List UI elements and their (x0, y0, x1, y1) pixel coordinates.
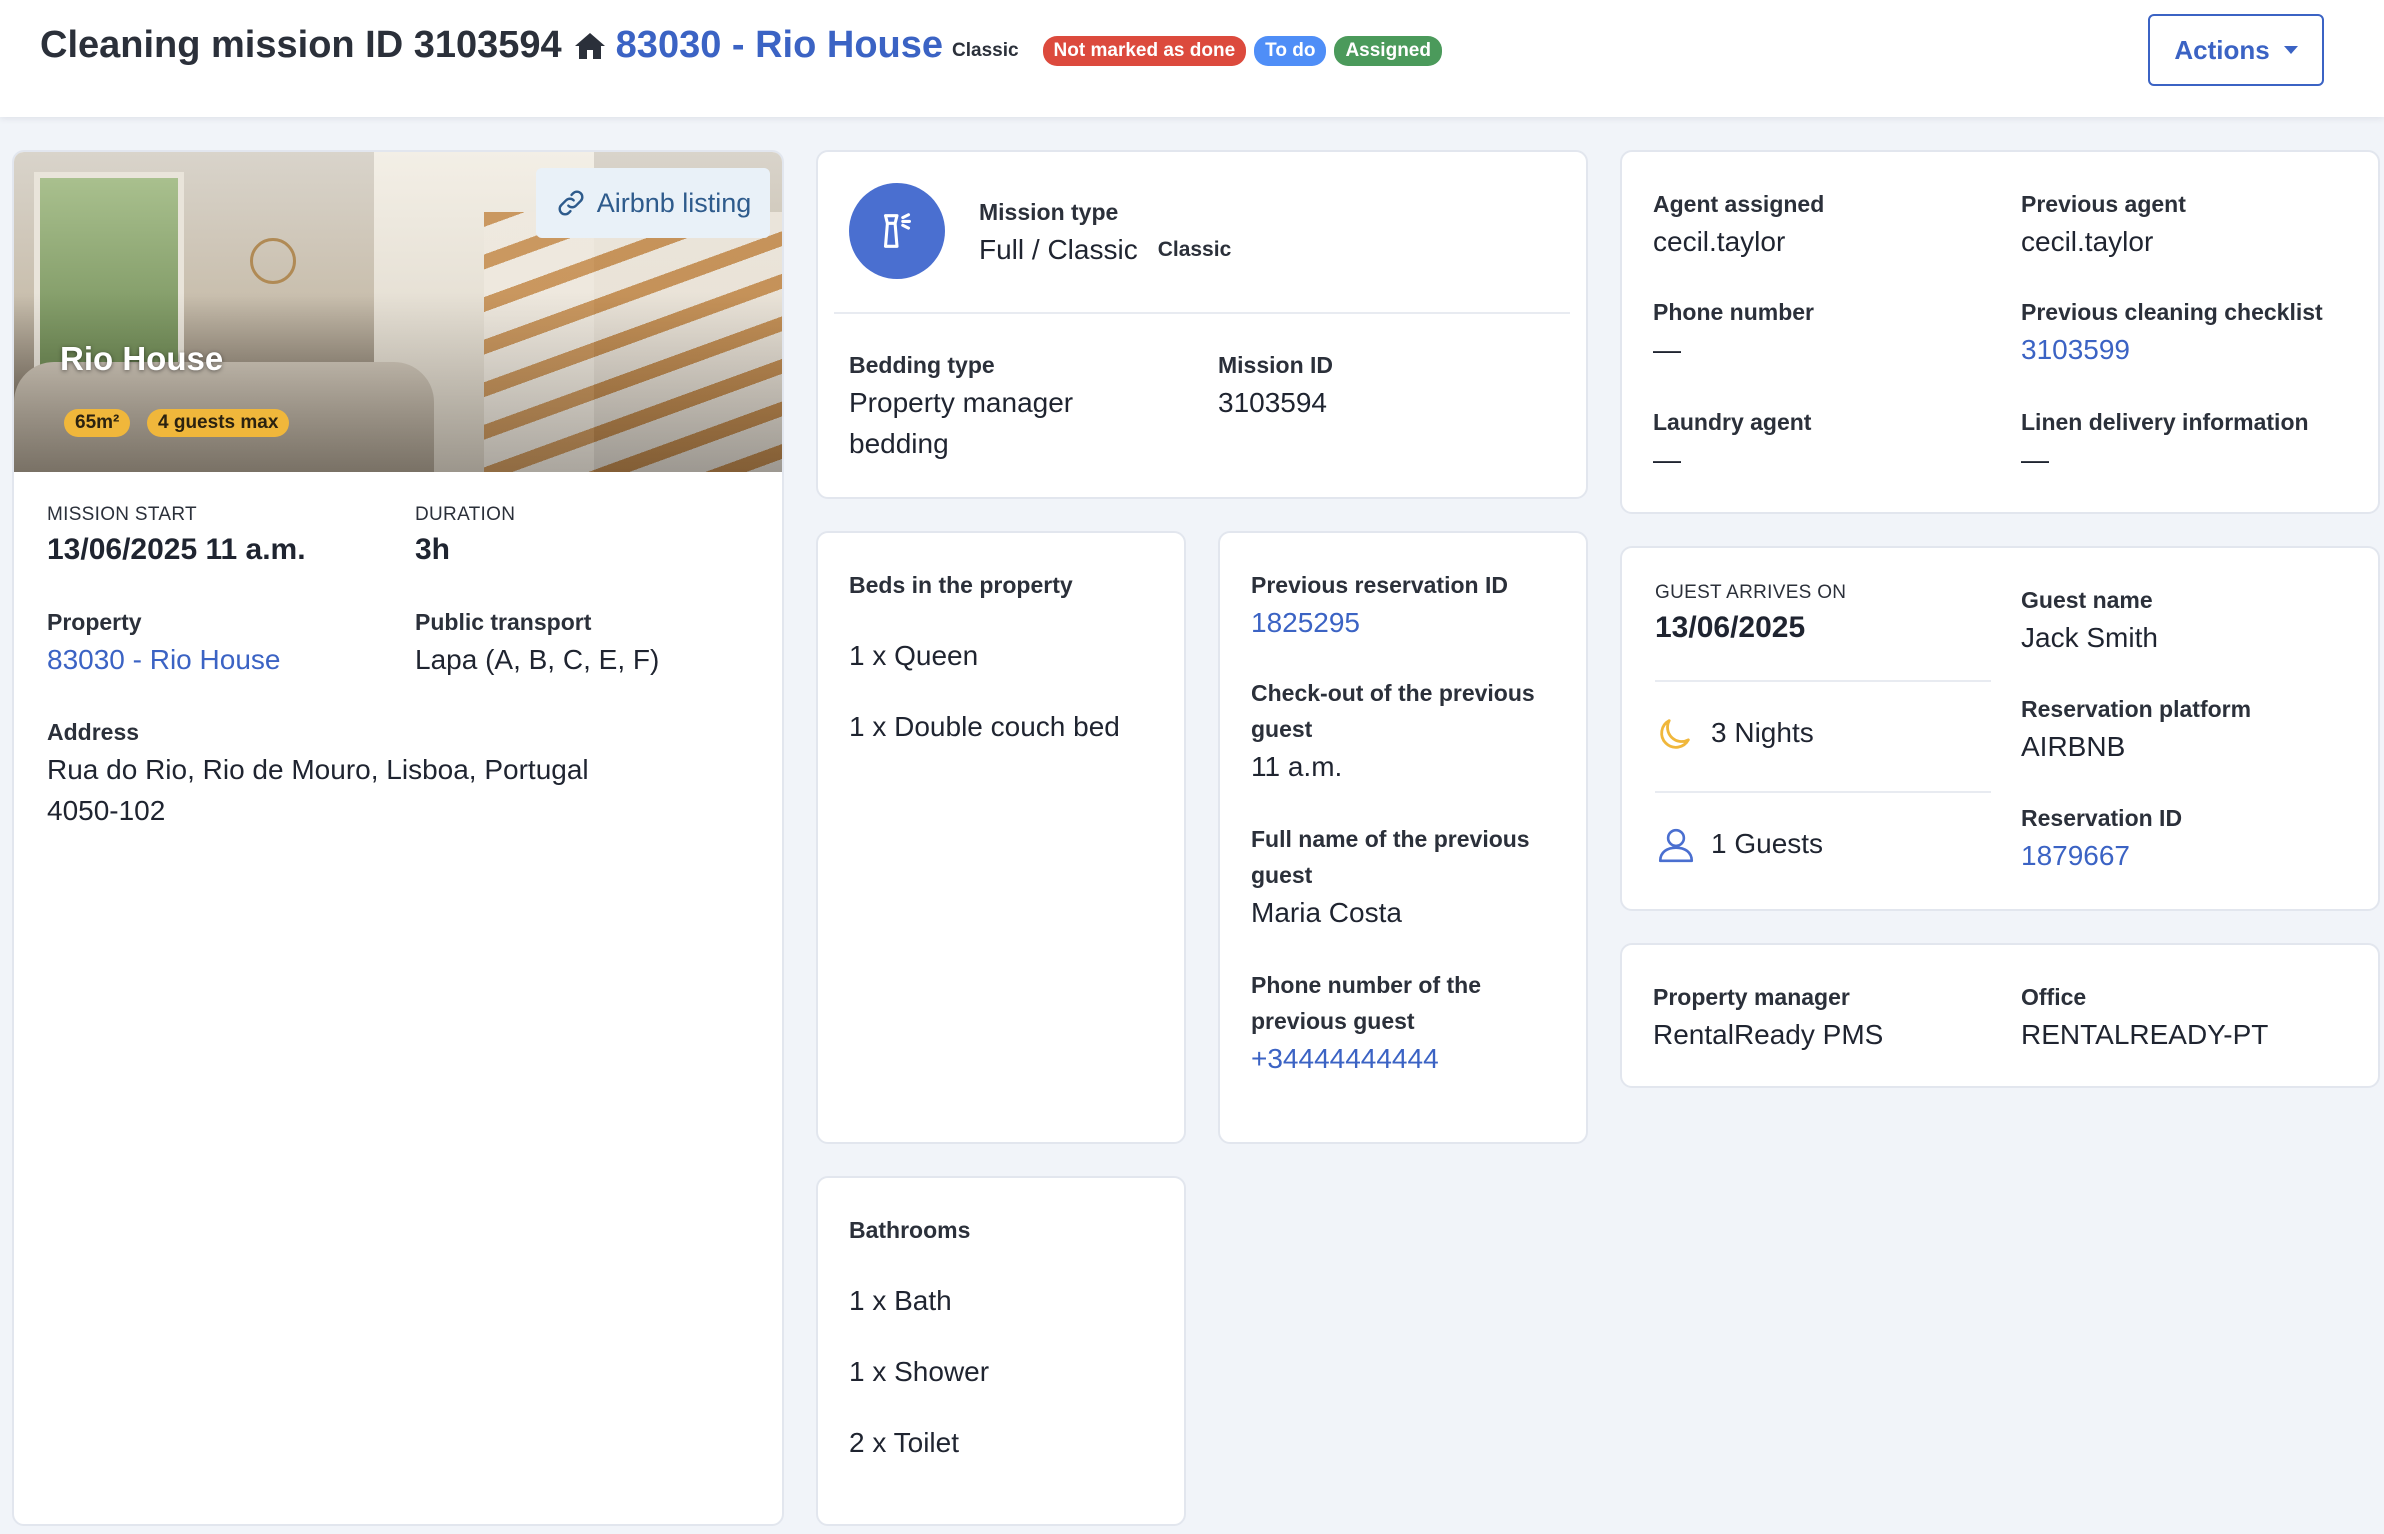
address-line-1: Rua do Rio, Rio de Mouro, Lisboa, Portug… (47, 754, 589, 785)
property-photo: Rio House 65m² 4 guests max Airbnb listi… (14, 152, 782, 472)
previous-guest-phone-label-1: Phone number of the (1251, 972, 1481, 998)
previous-guest-phone-link[interactable]: +34444444444 (1251, 1038, 1439, 1080)
guests-max-pill: 4 guests max (147, 409, 290, 437)
link-icon (558, 190, 584, 216)
previous-guest-phone-label-2: previous guest (1251, 1008, 1415, 1034)
property-card: Rio House 65m² 4 guests max Airbnb listi… (12, 150, 784, 1526)
reservation-id-link[interactable]: 1879667 (2021, 835, 2130, 877)
previous-guest-name-label-1: Full name of the previous (1251, 826, 1530, 852)
reservation-platform-value: AIRBNB (2021, 731, 2126, 762)
assigned-badge: Assigned (1334, 36, 1442, 66)
bathroom-item: 2 x Toilet (849, 1427, 959, 1458)
guest-arrives-value: 13/06/2025 (1655, 611, 1806, 644)
laundry-agent-value: — (1653, 444, 1681, 475)
duration-value: 3h (415, 533, 451, 566)
cleaning-spray-icon (849, 183, 945, 279)
duration-label: DURATION (415, 504, 516, 525)
previous-guest-name-label-2: guest (1251, 862, 1313, 888)
mission-type-card: Mission type Full / Classic Classic Bedd… (816, 150, 1588, 499)
todo-badge: To do (1254, 36, 1327, 66)
mission-type-label: Mission type (979, 199, 1119, 225)
bed-item: 1 x Queen (849, 640, 979, 671)
linen-delivery-label: Linen delivery information (2021, 409, 2309, 435)
divider (1655, 791, 1991, 793)
mission-title: Cleaning mission ID 3103594 (40, 24, 562, 66)
office-label: Office (2021, 984, 2087, 1010)
mission-id-label: Mission ID (1218, 352, 1334, 378)
address-line-2: 4050-102 (47, 795, 166, 826)
not-done-badge: Not marked as done (1042, 36, 1247, 66)
bedding-type-line-2: bedding (849, 428, 949, 459)
laundry-agent-label: Laundry agent (1653, 409, 1812, 435)
previous-agent-label: Previous agent (2021, 191, 2186, 217)
previous-checkout-value: 11 a.m. (1251, 751, 1343, 782)
bedding-type-label: Bedding type (849, 352, 995, 378)
office-value: RENTALREADY-PT (2021, 1019, 2269, 1050)
top-bar: Cleaning mission ID 3103594 83030 - Rio … (0, 0, 2384, 117)
status-badges: Classic Not marked as done To do Assigne… (952, 36, 1442, 66)
guest-card: GUEST ARRIVES ON 13/06/2025 3 Nights 1 G… (1620, 546, 2380, 911)
previous-reservation-id-label: Previous reservation ID (1251, 572, 1508, 598)
transport-value: Lapa (A, B, C, E, F) (415, 644, 660, 675)
property-title-link[interactable]: 83030 - Rio House (616, 24, 943, 67)
previous-reservation-card: Previous reservation ID 1825295 Check-ou… (1218, 531, 1588, 1144)
previous-checkout-label-1: Check-out of the previous (1251, 680, 1535, 706)
actions-label: Actions (2174, 34, 2270, 65)
moon-icon (1660, 719, 1690, 749)
divider (834, 312, 1570, 314)
divider (1655, 680, 1991, 682)
previous-checkout-label-2: guest (1251, 716, 1313, 742)
agent-assigned-label: Agent assigned (1653, 191, 1825, 217)
guest-name-label: Guest name (2021, 587, 2153, 613)
guest-name-value: Jack Smith (2021, 622, 2158, 653)
mission-start-value: 13/06/2025 11 a.m. (47, 533, 306, 566)
guests-count-value: 1 Guests (1711, 828, 1824, 859)
phone-number-label: Phone number (1653, 299, 1815, 325)
previous-checklist-label: Previous cleaning checklist (2021, 299, 2323, 325)
mission-start-label: MISSION START (47, 504, 197, 525)
transport-label: Public transport (415, 609, 592, 635)
bathrooms-title: Bathrooms (849, 1217, 971, 1243)
actions-button[interactable]: Actions (2148, 14, 2324, 86)
mission-type-chip: Classic (1157, 238, 1232, 261)
user-icon (1658, 828, 1694, 863)
area-pill: 65m² (64, 409, 131, 437)
bed-item: 1 x Double couch bed (849, 711, 1120, 742)
home-icon (574, 32, 605, 59)
property-manager-value: RentalReady PMS (1653, 1019, 1884, 1050)
reservation-platform-label: Reservation platform (2021, 696, 2252, 722)
mission-id-value: 3103594 (1218, 387, 1328, 418)
airbnb-listing-label: Airbnb listing (596, 187, 752, 218)
airbnb-listing-button[interactable]: Airbnb listing (536, 168, 770, 238)
bathroom-item: 1 x Bath (849, 1285, 952, 1316)
previous-guest-name-value: Maria Costa (1251, 897, 1402, 928)
bathrooms-card: Bathrooms 1 x Bath 1 x Shower 2 x Toilet (816, 1176, 1186, 1526)
agent-assigned-value: cecil.taylor (1653, 226, 1786, 257)
beds-card: Beds in the property 1 x Queen 1 x Doubl… (816, 531, 1186, 1144)
previous-agent-value: cecil.taylor (2021, 226, 2154, 257)
bedding-type-line-1: Property manager (849, 387, 1074, 418)
beds-title: Beds in the property (849, 572, 1073, 598)
manager-card: Property manager RentalReady PMS Office … (1620, 943, 2380, 1088)
property-manager-label: Property manager (1653, 984, 1850, 1010)
chevron-down-icon (2283, 46, 2298, 54)
previous-checklist-link[interactable]: 3103599 (2021, 329, 2130, 371)
phone-number-value: — (1653, 334, 1681, 365)
property-link[interactable]: 83030 - Rio House (47, 639, 280, 681)
mission-type-value: Full / Classic (979, 234, 1138, 265)
previous-reservation-id-link[interactable]: 1825295 (1251, 602, 1360, 644)
agent-card: Agent assigned cecil.taylor Previous age… (1620, 150, 2380, 514)
photo-title: Rio House (60, 340, 224, 377)
guest-arrives-label: GUEST ARRIVES ON (1655, 582, 1847, 603)
mission-type-row: Full / Classic Classic (979, 229, 1231, 271)
property-label: Property (47, 609, 142, 635)
bathroom-item: 1 x Shower (849, 1356, 990, 1387)
page-title: Cleaning mission ID 3103594 83030 - Rio … (40, 24, 943, 67)
reservation-id-label: Reservation ID (2021, 805, 2183, 831)
nights-value: 3 Nights (1711, 717, 1814, 748)
mission-type-badge: Classic (952, 40, 1019, 61)
address-label: Address (47, 719, 140, 745)
linen-delivery-value: — (2021, 444, 2049, 475)
